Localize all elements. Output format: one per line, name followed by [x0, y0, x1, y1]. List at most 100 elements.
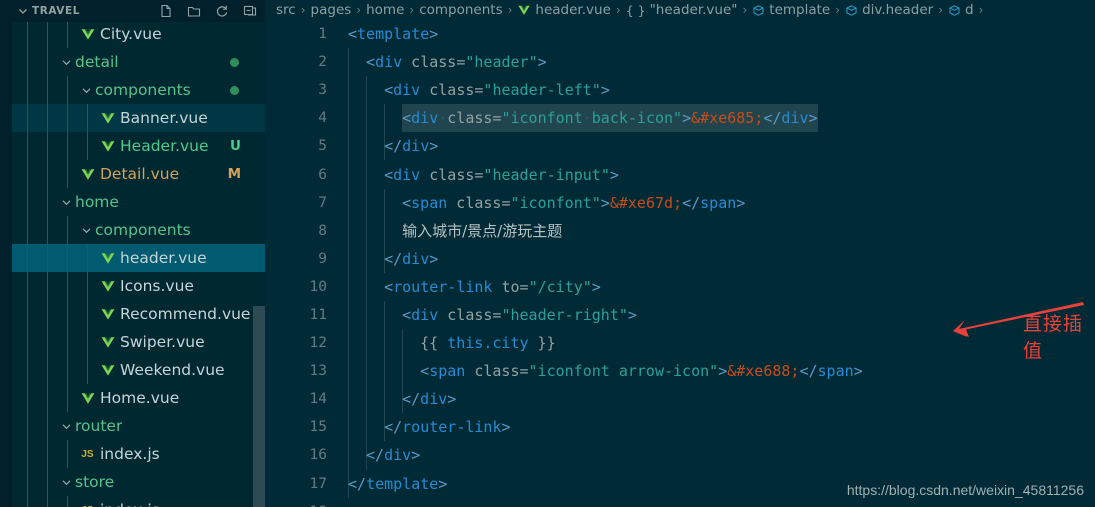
line-number: 3 [318, 82, 327, 99]
indent-guide [348, 132, 349, 161]
code-line[interactable]: 8 输入城市/景点/游玩主题 [265, 216, 1095, 245]
code-token: span [411, 193, 448, 212]
breadcrumb-item-template[interactable]: template [752, 2, 830, 18]
collapse-all-icon[interactable] [242, 4, 257, 19]
code-line[interactable]: 18 [265, 498, 1095, 507]
code-token: > [501, 418, 511, 437]
sidebar-scrollbar[interactable] [253, 306, 265, 507]
tree-item-home[interactable]: home [12, 188, 265, 216]
code-line[interactable]: 7 < span class= "iconfont" > &#xe67d; </span > [265, 188, 1095, 217]
code-token: > [447, 390, 457, 409]
line-number: 1 [318, 26, 327, 43]
file-tree[interactable]: Search.vueCity.vuedetailcomponentsBanner… [12, 0, 265, 507]
tree-item-store[interactable]: store [12, 468, 265, 496]
code-line[interactable]: 2 < div class= "header" > [265, 48, 1095, 77]
code-line[interactable]: 10 < router-link to= "/city" > [265, 272, 1095, 301]
chevron-down-icon[interactable] [58, 477, 75, 488]
tree-item-recommend-vue[interactable]: Recommend.vue [12, 300, 265, 328]
code-token: class= [465, 362, 529, 381]
indent-guide [348, 216, 349, 245]
tree-item-swiper-vue[interactable]: Swiper.vue [12, 328, 265, 356]
code-line[interactable]: 14 </div > [265, 385, 1095, 414]
refresh-icon[interactable] [214, 4, 229, 19]
tree-item-components[interactable]: components [12, 76, 265, 104]
tree-item-header-vue[interactable]: header.vue [12, 244, 265, 272]
indent-guide [366, 160, 368, 189]
breadcrumb-item-divheader[interactable]: div.header [845, 2, 933, 18]
code-token: this.city [447, 334, 529, 353]
breadcrumb-item-src[interactable]: src [276, 2, 296, 18]
chevron-down-icon[interactable] [78, 85, 95, 96]
tree-item-label: router [75, 417, 123, 435]
symbol-block-icon [845, 4, 858, 17]
chevron-down-icon[interactable] [78, 225, 95, 236]
tree-item-banner-vue[interactable]: Banner.vue [12, 104, 265, 132]
tree-item-index-js[interactable]: JSindex.js [12, 440, 265, 468]
code-line[interactable]: 15 </router-link > [265, 413, 1095, 442]
indent-guide [384, 357, 386, 386]
chevron-down-icon[interactable] [58, 57, 75, 68]
annotation-label: 直接插值 [1023, 313, 1084, 362]
indent-guides [12, 412, 58, 440]
chevron-down-icon[interactable] [16, 4, 30, 18]
code-token: div [411, 109, 439, 128]
breadcrumb-item-headervue[interactable]: header.vue [517, 2, 611, 18]
tree-item-index-js[interactable]: JSindex.js [12, 496, 265, 507]
code-line[interactable]: 1 < template > [265, 20, 1095, 48]
tree-item-components[interactable]: components [12, 216, 265, 244]
breadcrumb-separator-icon: › [615, 3, 621, 17]
indent-guide [366, 132, 368, 161]
new-folder-icon[interactable] [186, 4, 201, 19]
tree-item-label: Banner.vue [120, 109, 208, 127]
chevron-down-icon[interactable] [58, 197, 75, 208]
line-number: 13 [309, 363, 327, 380]
tree-item-router[interactable]: router [12, 412, 265, 440]
line-number: 10 [309, 278, 327, 295]
tree-item-icons-vue[interactable]: Icons.vue [12, 272, 265, 300]
vue-file-icon [98, 110, 117, 126]
breadcrumb-item-pages[interactable]: pages [311, 2, 352, 18]
indent-guide [402, 357, 404, 386]
tree-item-home-vue[interactable]: Home.vue [12, 384, 265, 412]
code-text: 输入城市/景点/游玩主题 [402, 217, 562, 245]
activity-bar[interactable] [0, 0, 12, 507]
line-number: 12 [309, 335, 327, 352]
code-token: </ [366, 446, 385, 465]
tree-item-weekend-vue[interactable]: Weekend.vue [12, 356, 265, 384]
chevron-down-icon[interactable] [58, 421, 75, 432]
code-line[interactable]: 3 < div class= "header-left" > [265, 76, 1095, 105]
code-token: > [600, 81, 610, 100]
breadcrumb[interactable]: src › pages › home › components › header.vue › { }… [265, 0, 1095, 20]
code-line[interactable]: 16 </div > [265, 441, 1095, 470]
breadcrumb-item-components[interactable]: components [419, 2, 502, 18]
indent-guide [366, 385, 368, 414]
tree-item-detail-vue[interactable]: Detail.vue M [12, 160, 265, 188]
line-number: 9 [318, 250, 327, 267]
indent-guide [348, 385, 349, 414]
code-token: router-link [402, 418, 502, 437]
breadcrumb-item-home[interactable]: home [366, 2, 404, 18]
new-file-icon[interactable] [158, 4, 173, 19]
code-content[interactable]: 1 < template >2 < div class= "header" >3 < div cl… [265, 20, 1095, 507]
code-token: </ [402, 390, 421, 409]
indent-guide [348, 104, 349, 133]
code-line[interactable]: 9 </div > [265, 244, 1095, 273]
breadcrumb-item-d[interactable]: d [948, 2, 974, 18]
line-number: 11 [309, 306, 327, 323]
breadcrumb-label: "header.vue" [649, 2, 738, 18]
tree-item-detail[interactable]: detail [12, 48, 265, 76]
indent-guides [12, 216, 78, 244]
tree-item-label: Header.vue [120, 137, 209, 155]
tree-item-header-vue[interactable]: Header.vue U [12, 132, 265, 160]
indent-guides [12, 356, 98, 384]
indent-guide [348, 160, 349, 189]
code-line[interactable]: 13 < span class= "iconfont arrow-icon" > &#xe… [265, 357, 1095, 386]
code-line[interactable]: 4 < div · class= "iconfont · back-icon" > &#xe685… [265, 104, 1095, 133]
js-file-icon: JS [81, 448, 94, 460]
tree-item-city-vue[interactable]: City.vue [12, 20, 265, 48]
breadcrumb-item-headervue[interactable]: { } "header.vue" [626, 2, 738, 18]
code-line[interactable]: 5 </div > [265, 132, 1095, 161]
explorer-header: TRAVEL [12, 0, 265, 22]
code-line[interactable]: 6 < div class= "header-input" > [265, 160, 1095, 189]
code-token: 输入城市/景点/游玩主题 [402, 222, 563, 241]
